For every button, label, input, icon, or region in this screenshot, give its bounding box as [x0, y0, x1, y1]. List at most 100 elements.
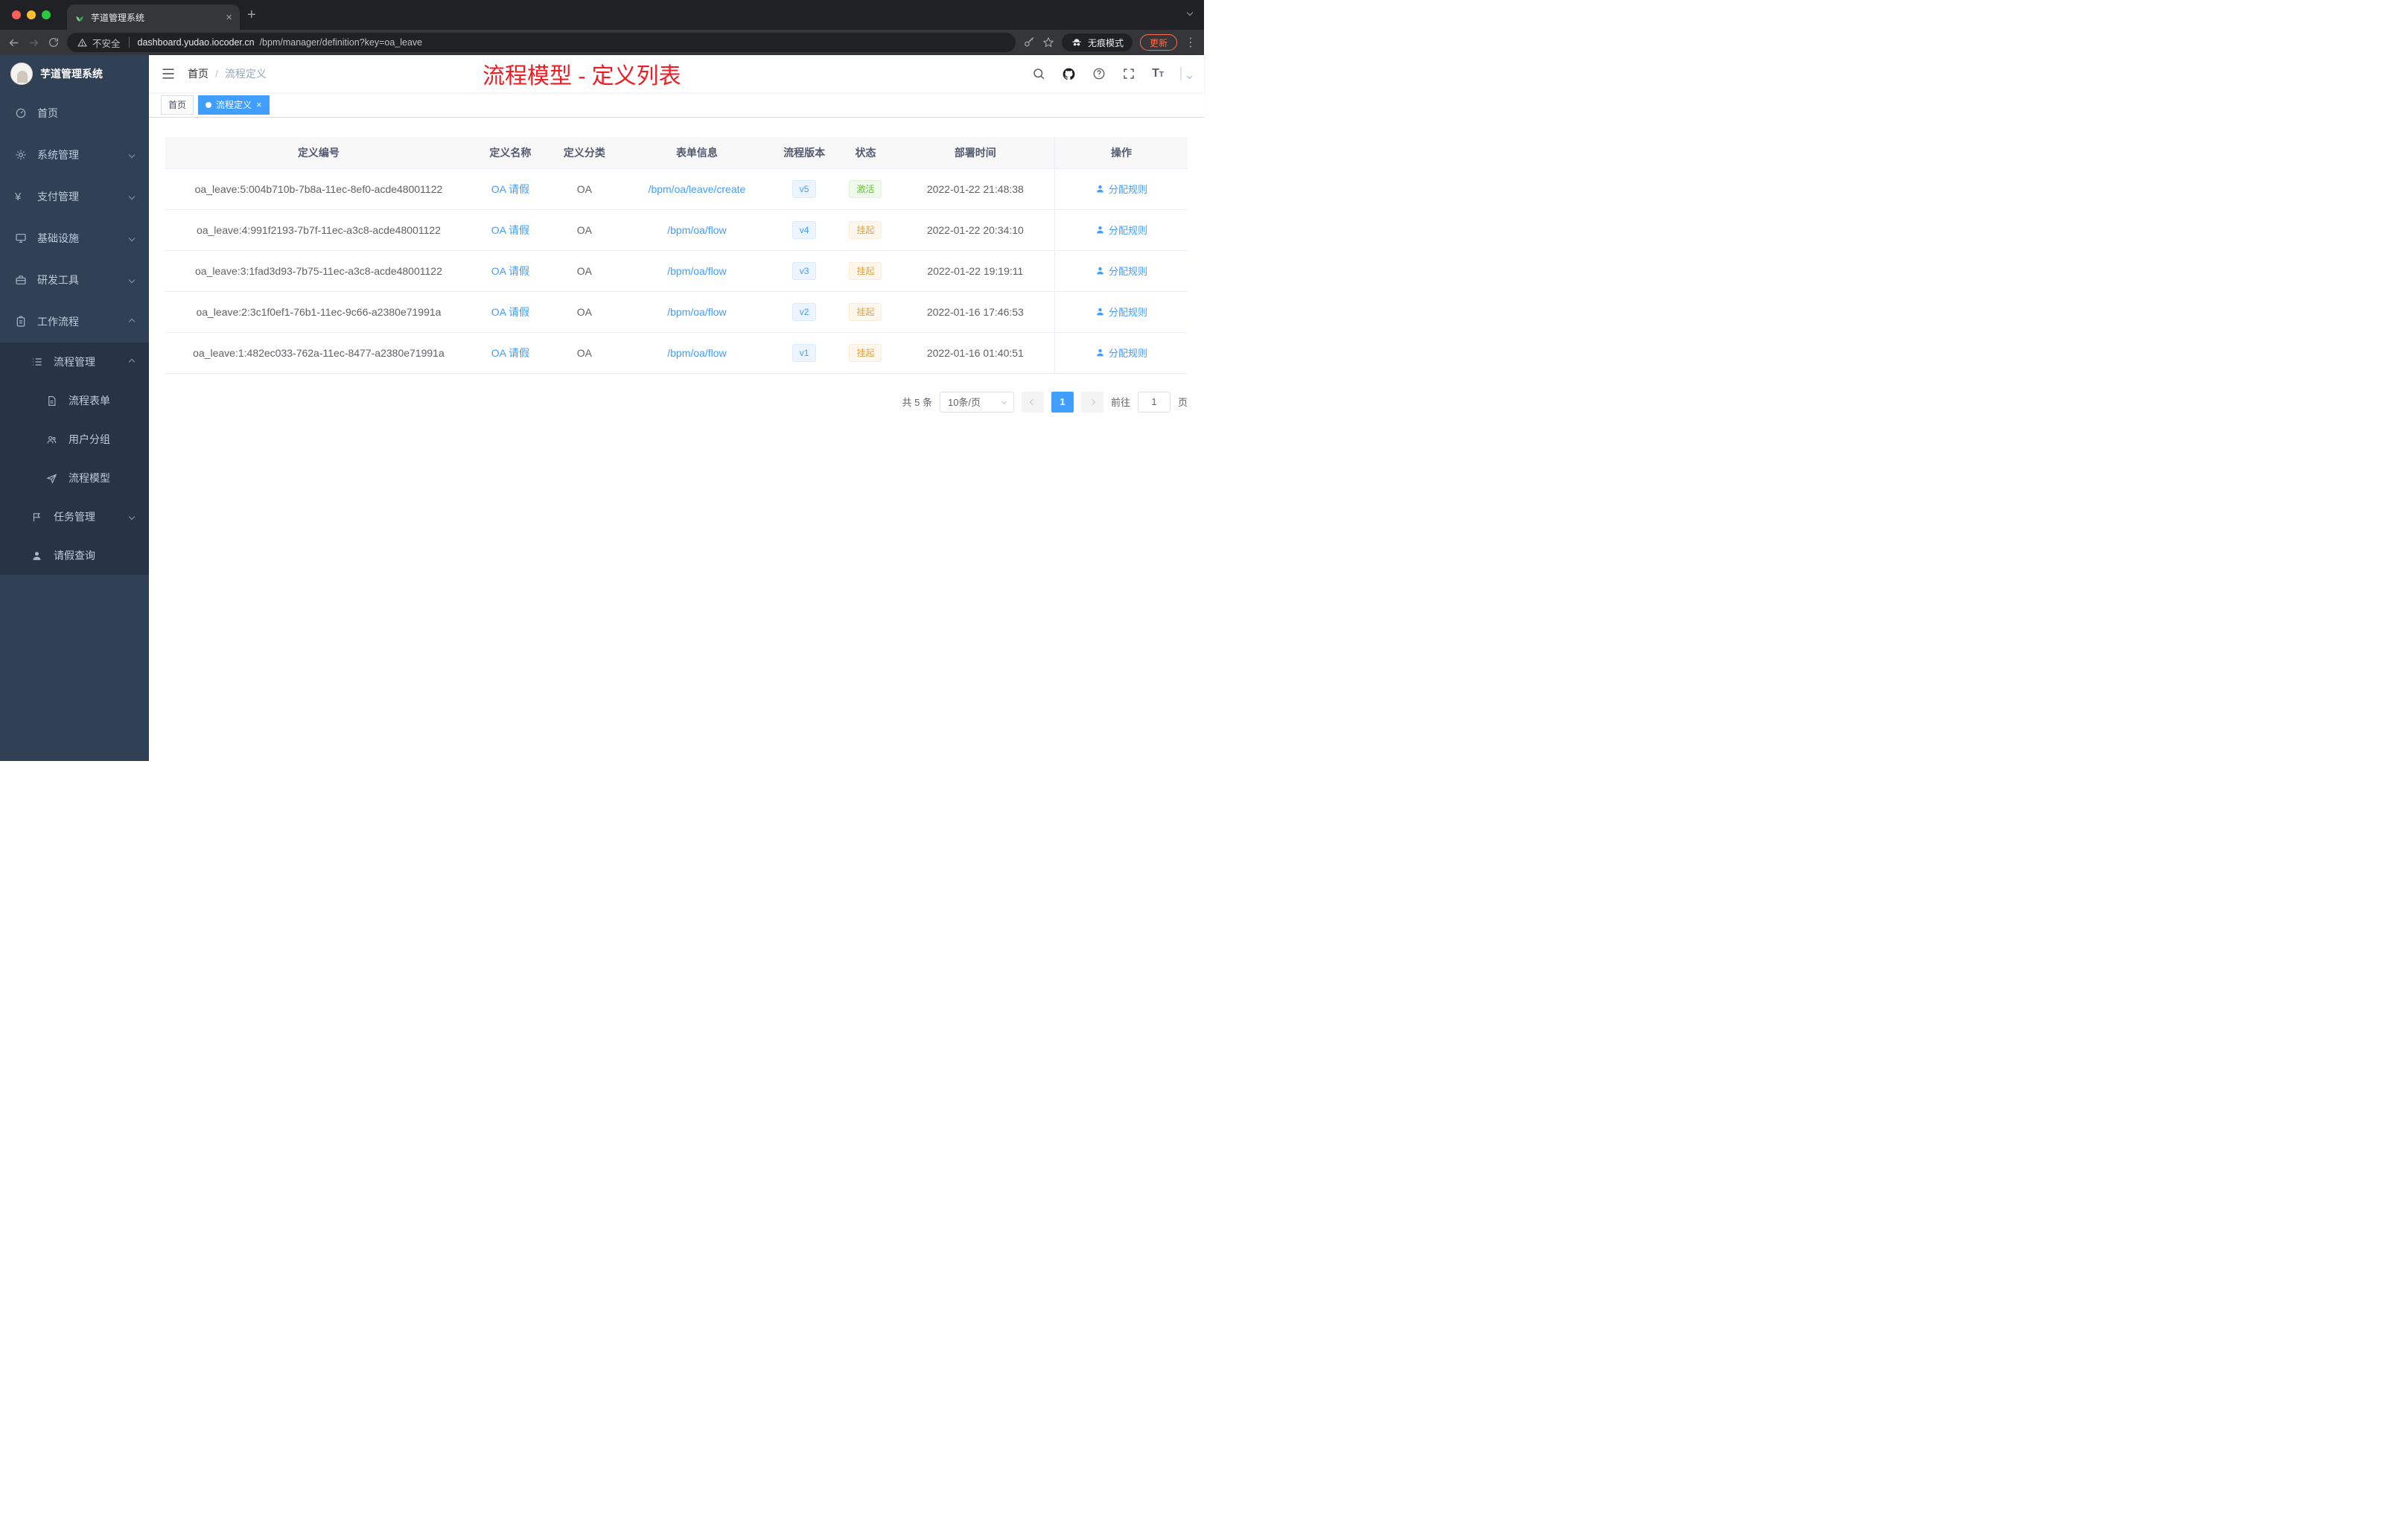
assign-rule-link[interactable]: 分配规则	[1095, 305, 1147, 319]
sidebar-item-infrastructure[interactable]: 基础设施	[0, 217, 149, 259]
definition-category: OA	[548, 291, 620, 333]
minimize-window-button[interactable]	[27, 10, 36, 19]
sidebar-item-home[interactable]: 首页	[0, 92, 149, 134]
next-page-button[interactable]	[1080, 391, 1103, 413]
sidebar: 芋道管理系统 首页 系统管理 ¥ 支付管理 基础设施 研发工具 工作流程 流程管…	[0, 55, 149, 761]
page-size-select[interactable]: 10条/页	[939, 391, 1014, 413]
font-size-icon[interactable]: TT	[1152, 67, 1164, 80]
sidebar-item-process-form[interactable]: 流程表单	[0, 381, 149, 420]
sidebar-collapse-icon[interactable]	[161, 66, 176, 81]
bookmark-star-icon[interactable]	[1042, 36, 1054, 48]
column-header: 流程版本	[773, 137, 835, 169]
sidebar-item-workflow[interactable]: 工作流程	[0, 301, 149, 343]
column-header: 状态	[835, 137, 896, 169]
not-secure-warning-icon	[77, 38, 87, 48]
sidebar-item-label: 首页	[37, 107, 58, 119]
definition-id: oa_leave:5:004b710b-7b8a-11ec-8ef0-acde4…	[165, 168, 472, 210]
github-icon[interactable]	[1062, 67, 1076, 81]
gear-icon	[15, 149, 28, 161]
breadcrumb: 首页 / 流程定义	[188, 66, 267, 81]
sidebar-item-payment[interactable]: ¥ 支付管理	[0, 176, 149, 217]
user-avatar[interactable]	[1180, 67, 1193, 80]
sidebar-item-user-group[interactable]: 用户分组	[0, 420, 149, 459]
status-badge: 挂起	[849, 302, 882, 321]
back-icon[interactable]	[7, 36, 20, 49]
security-label[interactable]: 不安全	[92, 36, 121, 50]
tag-home[interactable]: 首页	[161, 95, 194, 115]
tag-label: 首页	[168, 100, 187, 110]
form-info-link[interactable]: /bpm/oa/flow	[667, 347, 726, 359]
definition-category: OA	[548, 250, 620, 292]
search-icon[interactable]	[1032, 67, 1045, 80]
sidebar-item-label: 流程表单	[69, 395, 110, 407]
deploy-time: 2022-01-22 19:19:11	[896, 250, 1055, 292]
assign-rule-link[interactable]: 分配规则	[1095, 264, 1147, 278]
definition-category: OA	[548, 332, 620, 374]
definition-name-link[interactable]: OA 请假	[491, 265, 529, 277]
assign-rule-link[interactable]: 分配规则	[1095, 346, 1147, 360]
column-header: 操作	[1054, 137, 1188, 169]
page-annotation: 流程模型 - 定义列表	[482, 64, 681, 89]
assign-rule-link[interactable]: 分配规则	[1095, 223, 1147, 237]
document-icon	[46, 395, 60, 407]
new-tab-button[interactable]: +	[247, 4, 256, 25]
form-info-link[interactable]: /bpm/oa/flow	[667, 224, 726, 236]
main-area: 首页 / 流程定义 流程模型 - 定义列表 TT 首页 流程定义 × 定义编号 …	[149, 55, 1204, 761]
prev-page-button[interactable]	[1021, 391, 1044, 413]
yen-icon: ¥	[15, 190, 22, 203]
fullscreen-icon[interactable]	[1122, 67, 1135, 80]
definition-name-link[interactable]: OA 请假	[491, 224, 529, 236]
definition-name-link[interactable]: OA 请假	[491, 306, 529, 318]
tag-process-definition[interactable]: 流程定义 ×	[198, 95, 270, 115]
goto-page-input[interactable]	[1137, 391, 1170, 413]
help-icon[interactable]	[1092, 67, 1106, 80]
assign-rule-link[interactable]: 分配规则	[1095, 182, 1147, 196]
breadcrumb-home[interactable]: 首页	[188, 66, 208, 81]
window-controls	[0, 10, 63, 19]
column-header: 表单信息	[619, 137, 774, 169]
browser-update-button[interactable]: 更新	[1139, 34, 1177, 51]
definition-name-link[interactable]: OA 请假	[491, 183, 529, 195]
form-info-link[interactable]: /bpm/oa/flow	[667, 306, 726, 318]
browser-toolbar: 不安全 dashboard.yudao.iocoder.cn/bpm/manag…	[0, 30, 1204, 55]
tab-title: 芋道管理系统	[91, 12, 145, 23]
tab-search-chevron-icon[interactable]	[1186, 9, 1194, 16]
chevron-up-icon	[128, 318, 136, 325]
reload-icon[interactable]	[48, 36, 60, 48]
chevron-down-icon	[128, 513, 136, 520]
tab-close-icon[interactable]: ×	[226, 12, 232, 23]
url-host: dashboard.yudao.iocoder.cn	[137, 37, 255, 48]
chevron-down-icon	[128, 151, 136, 159]
forward-icon[interactable]	[28, 36, 40, 49]
form-info-link[interactable]: /bpm/oa/leave/create	[649, 183, 746, 195]
sidebar-item-system[interactable]: 系统管理	[0, 134, 149, 176]
sidebar-item-process-management[interactable]: 流程管理	[0, 343, 149, 381]
column-header: 定义编号	[165, 137, 472, 169]
sidebar-item-process-model[interactable]: 流程模型	[0, 459, 149, 497]
zoom-window-button[interactable]	[42, 10, 51, 19]
paper-plane-icon	[46, 473, 60, 484]
address-bar[interactable]: 不安全 dashboard.yudao.iocoder.cn/bpm/manag…	[67, 33, 1016, 52]
form-info-link[interactable]: /bpm/oa/flow	[667, 265, 726, 277]
person-icon	[1097, 226, 1103, 234]
browser-tab[interactable]: 芋道管理系统 ×	[67, 4, 240, 30]
page-content: 定义编号 定义名称 定义分类 表单信息 流程版本 状态 部署时间 操作 oa_l…	[149, 118, 1204, 761]
incognito-badge: 无痕模式	[1061, 34, 1133, 51]
tag-close-icon[interactable]: ×	[256, 100, 262, 109]
deploy-time: 2022-01-16 17:46:53	[896, 291, 1055, 333]
key-icon[interactable]	[1023, 36, 1035, 48]
close-window-button[interactable]	[12, 10, 21, 19]
sidebar-item-devtools[interactable]: 研发工具	[0, 259, 149, 301]
browser-menu-icon[interactable]: ⋮	[1185, 35, 1197, 50]
sidebar-item-task-management[interactable]: 任务管理	[0, 497, 149, 536]
sidebar-logo[interactable]: 芋道管理系统	[0, 55, 149, 92]
tag-label: 流程定义	[216, 100, 252, 110]
sidebar-item-label: 用户分组	[69, 433, 110, 445]
current-page-button[interactable]: 1	[1051, 391, 1074, 413]
sidebar-item-leave-query[interactable]: 请假查询	[0, 536, 149, 575]
person-icon	[1097, 348, 1103, 357]
sidebar-title: 芋道管理系统	[40, 68, 103, 80]
dashboard-icon	[15, 107, 28, 119]
definition-name-link[interactable]: OA 请假	[491, 347, 529, 359]
workflow-submenu: 流程管理 流程表单 用户分组 流程模型 任务管理 请假查询	[0, 343, 149, 575]
